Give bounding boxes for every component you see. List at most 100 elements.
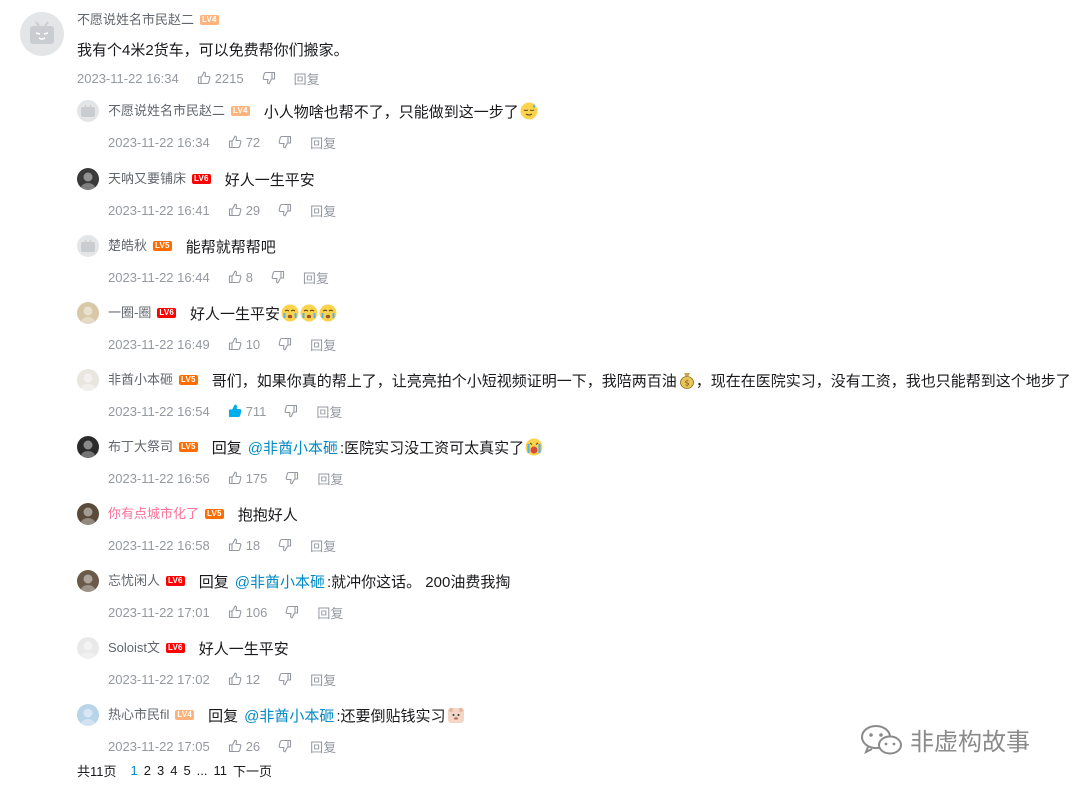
reply-button[interactable]: 回复 <box>317 603 343 622</box>
username-text[interactable]: Soloist文 <box>108 636 160 660</box>
reply-avatar[interactable] <box>77 704 99 726</box>
level-badge: LV6 <box>166 576 185 586</box>
reply-username[interactable]: 楚皓秋 LV5 <box>108 234 172 258</box>
dislike-button[interactable] <box>278 672 292 686</box>
reply-username[interactable]: 一圈-圈 LV6 <box>108 301 177 325</box>
like-button[interactable]: 106 <box>228 605 267 620</box>
reply-meta: 2023-11-22 16:34 72 回复 <box>108 132 336 152</box>
wechat-icon <box>861 724 902 754</box>
dislike-button[interactable] <box>278 739 292 753</box>
reply-username[interactable]: 热心市民fil LV4 <box>108 703 195 727</box>
username-text[interactable]: 布丁大祭司 <box>108 435 173 459</box>
level-badge: LV6 <box>157 308 177 318</box>
level-badge: LV4 <box>175 710 195 720</box>
page-2[interactable]: 2 <box>144 763 151 778</box>
reply-button[interactable]: 回复 <box>317 469 343 488</box>
page-4[interactable]: 4 <box>170 763 177 778</box>
comment-username[interactable]: 不愿说姓名市民赵二 LV4 <box>77 8 219 32</box>
reply-text: 哥们，如果你真的帮上了，让亮亮拍个小短视频证明一下，我陪两百油 $ ，现在在医院实习… <box>212 370 1071 391</box>
reply-button[interactable]: 回复 <box>310 670 336 689</box>
user-photo-icon <box>81 641 95 659</box>
page-3[interactable]: 3 <box>157 763 164 778</box>
reply-content: 哥们，如果你真的帮上了，让亮亮拍个小短视频证明一下，我陪两百油 <box>211 372 677 390</box>
reply-avatar[interactable] <box>77 369 99 391</box>
like-button[interactable]: 10 <box>228 337 260 352</box>
reply-avatar[interactable] <box>77 100 99 122</box>
reply-avatar[interactable] <box>77 302 99 324</box>
username-text[interactable]: 天呐又要铺床 <box>108 167 186 191</box>
reply-button[interactable]: 回复 <box>310 737 336 756</box>
username-text[interactable]: 忘忧闲人 <box>108 569 160 593</box>
reply-avatar[interactable] <box>77 637 99 659</box>
reply-username[interactable]: 布丁大祭司 LV5 <box>108 435 198 459</box>
reply-time: 2023-11-22 16:49 <box>108 336 210 352</box>
tv-avatar-icon <box>81 239 95 252</box>
reply-time: 2023-11-22 16:41 <box>108 202 210 218</box>
mention-link[interactable]: @非酋小本砸 <box>244 705 334 726</box>
thumb-down-icon <box>278 135 292 149</box>
username-text[interactable]: 不愿说姓名市民赵二 <box>77 8 194 32</box>
like-button[interactable]: 29 <box>228 203 260 218</box>
username-text[interactable]: 非酋小本砸 <box>108 368 173 392</box>
reply-avatar[interactable] <box>77 235 99 257</box>
like-button[interactable]: 175 <box>228 471 267 486</box>
reply-button[interactable]: 回复 <box>310 133 336 152</box>
username-text[interactable]: 不愿说姓名市民赵二 <box>108 99 225 123</box>
dislike-button[interactable] <box>284 404 298 418</box>
reply-text: 回复 @非酋小本砸:医院实习没工资可太真实了 <box>212 437 543 458</box>
reply-username[interactable]: 不愿说姓名市民赵二 LV4 <box>108 99 250 123</box>
username-text[interactable]: 一圈-圈 <box>108 301 151 325</box>
reply-username[interactable]: Soloist文 LV6 <box>108 636 185 660</box>
dislike-button[interactable] <box>262 71 276 85</box>
reply-username[interactable]: 忘忧闲人 LV6 <box>108 569 185 593</box>
thumb-down-icon <box>271 270 284 284</box>
page-11[interactable]: 11 <box>214 763 228 778</box>
reply-avatar[interactable] <box>77 570 99 592</box>
like-button[interactable]: 26 <box>228 739 260 754</box>
reply-button[interactable]: 回复 <box>310 335 336 354</box>
reply-time: 2023-11-22 17:05 <box>108 738 210 754</box>
reply-button[interactable]: 回复 <box>294 69 320 88</box>
username-text[interactable]: 热心市民fil <box>108 703 169 727</box>
dislike-button[interactable] <box>285 471 299 485</box>
reply-avatar[interactable] <box>77 436 99 458</box>
username-text[interactable]: 你有点城市化了 <box>108 502 199 526</box>
dislike-button[interactable] <box>285 605 299 619</box>
reply-username[interactable]: 天呐又要铺床 LV6 <box>108 167 211 191</box>
user-photo-icon <box>81 440 95 458</box>
dislike-button[interactable] <box>278 203 292 217</box>
reply-avatar[interactable] <box>77 168 99 190</box>
svg-text:$: $ <box>684 379 689 388</box>
page-1-current[interactable]: 1 <box>131 763 138 778</box>
mention-link[interactable]: @非酋小本砸 <box>248 437 338 458</box>
reply-content: 小人物啥也帮不了，只能做到这一步了 <box>263 103 519 121</box>
like-button[interactable]: 12 <box>228 672 260 687</box>
reply-username[interactable]: 非酋小本砸 LV5 <box>108 368 198 392</box>
reply-username[interactable]: 你有点城市化了 LV5 <box>108 502 224 526</box>
reply-button[interactable]: 回复 <box>310 536 336 555</box>
user-avatar[interactable] <box>20 12 64 56</box>
watermark-text: 非虚构故事 <box>910 729 1030 756</box>
like-button[interactable]: 2215 <box>197 71 244 86</box>
page-5[interactable]: 5 <box>183 763 190 778</box>
reply-button[interactable]: 回复 <box>303 268 329 287</box>
like-button[interactable]: 8 <box>228 270 253 285</box>
reply-text: 回复 @非酋小本砸:还要倒贴钱实习 <box>208 705 464 726</box>
reply-content: 好人一生平安 <box>198 640 289 658</box>
reply-button[interactable]: 回复 <box>316 402 342 421</box>
level-badge: LV4 <box>231 106 250 116</box>
username-text[interactable]: 楚皓秋 <box>108 234 147 258</box>
reply-avatar[interactable] <box>77 503 99 525</box>
dislike-button[interactable] <box>278 135 292 149</box>
reply-button[interactable]: 回复 <box>310 201 336 220</box>
like-button[interactable]: 72 <box>228 135 260 150</box>
dislike-button[interactable] <box>278 538 292 552</box>
like-button[interactable]: 18 <box>228 538 260 553</box>
reply-time: 2023-11-22 16:34 <box>108 134 210 150</box>
dislike-button[interactable] <box>271 270 285 284</box>
money-bag-emoji: $ <box>678 371 696 389</box>
like-button[interactable]: 711 <box>228 404 266 419</box>
mention-link[interactable]: @非酋小本砸 <box>235 571 325 592</box>
next-page-button[interactable]: 下一页 <box>233 761 272 780</box>
dislike-button[interactable] <box>278 337 292 351</box>
